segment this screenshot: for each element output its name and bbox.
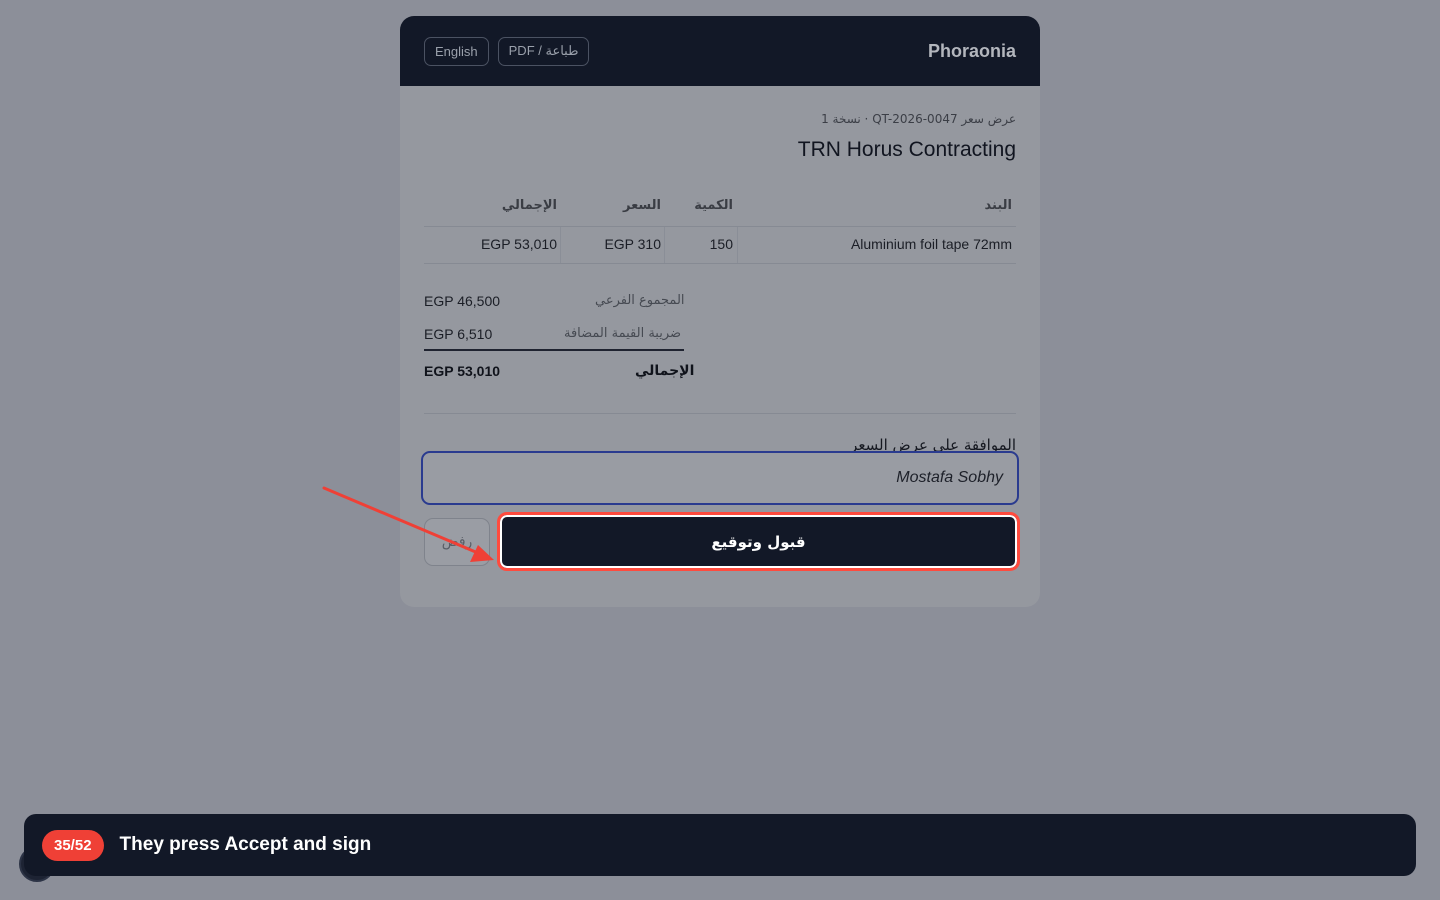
signature-input[interactable]: Mostafa Sobhy bbox=[421, 451, 1019, 505]
tutorial-caption-bar: 35/52 They press Accept and sign bbox=[24, 814, 1416, 876]
reject-button[interactable]: رفض bbox=[424, 518, 490, 566]
accept-and-sign-button[interactable]: قبول وتوقيع bbox=[497, 512, 1020, 571]
step-counter-badge: 35/52 bbox=[42, 829, 104, 861]
tutorial-caption-text: They press Accept and sign bbox=[119, 834, 372, 855]
approval-actions: Mostafa Sobhy رفض قبول وتوقيع bbox=[400, 0, 1040, 620]
